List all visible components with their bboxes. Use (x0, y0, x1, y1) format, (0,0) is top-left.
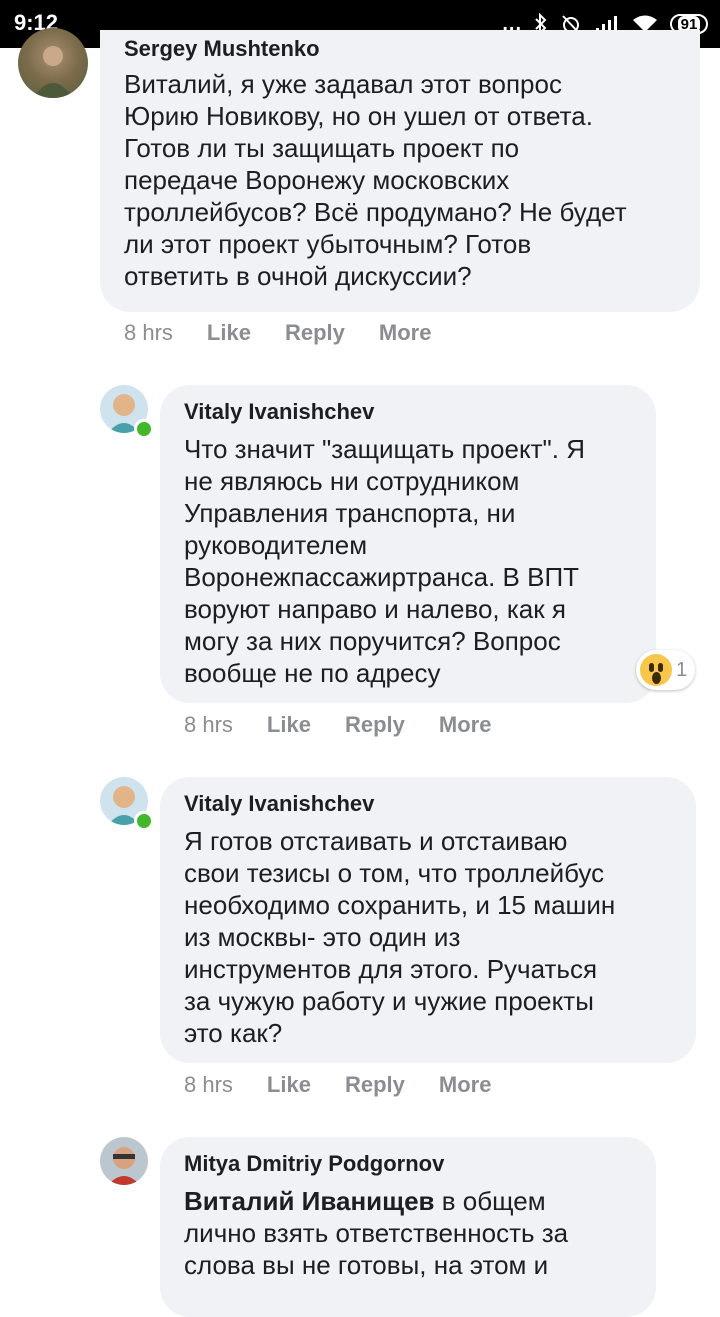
comment-bubble: Sergey Mushtenko Виталий, я уже задавал … (100, 30, 700, 312)
comment-author[interactable]: Vitaly Ivanishchev (184, 791, 672, 817)
comment-actions: 8 hrs Like Reply More (184, 1072, 525, 1098)
online-indicator (134, 419, 154, 439)
like-button[interactable]: Like (267, 1072, 311, 1098)
more-button[interactable]: More (439, 712, 492, 738)
comment-time: 8 hrs (184, 1072, 233, 1097)
reaction-badge[interactable]: 1 (636, 650, 696, 690)
avatar[interactable] (100, 1137, 148, 1185)
reaction-count: 1 (676, 658, 688, 681)
comment-actions: 8 hrs Like Reply More (124, 320, 465, 346)
comment-time: 8 hrs (184, 712, 233, 737)
comment-time: 8 hrs (124, 320, 173, 345)
more-button[interactable]: More (439, 1072, 492, 1098)
comment-bubble: Vitaly Ivanishchev Что значит "защищать … (160, 385, 656, 703)
avatar-photo (108, 1147, 140, 1185)
comment-author[interactable]: Sergey Mushtenko (124, 36, 676, 62)
comment-text: Виталий, я уже задавал этот вопрос Юрию … (124, 69, 627, 291)
more-button[interactable]: More (379, 320, 432, 346)
comment-actions: 8 hrs Like Reply More (184, 712, 525, 738)
reply-button[interactable]: Reply (285, 320, 345, 346)
avatar-photo (33, 46, 73, 98)
comment-text: Я готов отстаивать и отстаиваю свои тези… (184, 826, 616, 1048)
comment-author[interactable]: Vitaly Ivanishchev (184, 399, 632, 425)
comment-bubble: Vitaly Ivanishchev Я готов отстаивать и … (160, 777, 696, 1063)
comment-author[interactable]: Mitya Dmitriy Podgornov (184, 1151, 632, 1177)
avatar[interactable] (18, 28, 88, 98)
reply-button[interactable]: Reply (345, 712, 405, 738)
comment-text: Виталий Иванищев в общем лично взять отв… (184, 1185, 632, 1281)
wow-reaction-icon (640, 654, 672, 686)
like-button[interactable]: Like (207, 320, 251, 346)
comment-bubble: Mitya Dmitriy Podgornov Виталий Иванищев… (160, 1137, 656, 1317)
comment-text: Что значит "защищать проект". Я не являю… (184, 434, 585, 688)
reply-button[interactable]: Reply (345, 1072, 405, 1098)
mention-link[interactable]: Виталий Иванищев (184, 1186, 435, 1216)
online-indicator (134, 811, 154, 831)
like-button[interactable]: Like (267, 712, 311, 738)
